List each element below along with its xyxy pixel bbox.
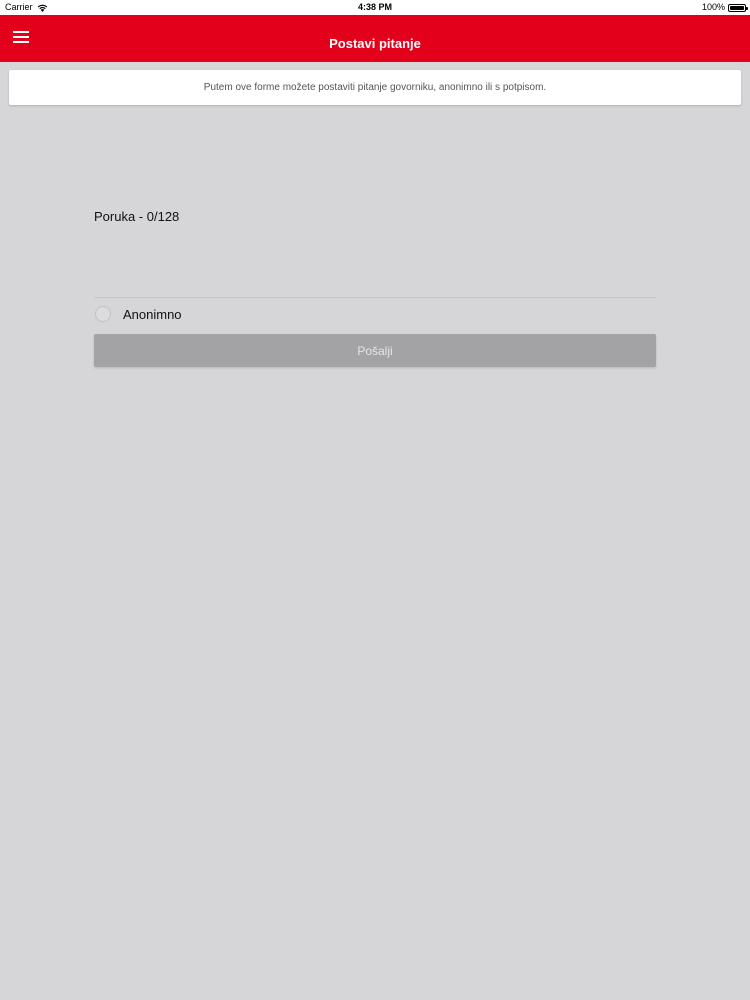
message-divider — [94, 297, 656, 298]
battery-percent: 100% — [701, 2, 725, 12]
message-input[interactable] — [94, 226, 656, 296]
battery-status: 100% — [701, 0, 748, 15]
page-title: Postavi pitanje — [329, 36, 421, 51]
message-label: Poruka - 0/128 — [94, 209, 180, 224]
battery-icon — [728, 3, 748, 12]
anonymous-toggle[interactable]: Anonimno — [94, 299, 656, 329]
send-button[interactable]: Pošalji — [94, 334, 656, 367]
anonymous-label: Anonimno — [123, 306, 182, 322]
nav-bar: Postavi pitanje — [0, 15, 750, 62]
anonymous-radio[interactable] — [95, 306, 111, 322]
status-bar: Carrier 4:38 PM 100% — [0, 0, 750, 15]
status-time: 4:38 PM — [357, 2, 392, 12]
info-text: Putem ove forme možete postaviti pitanje… — [203, 82, 547, 93]
info-card: Putem ove forme možete postaviti pitanje… — [9, 70, 741, 105]
question-form: Poruka - 0/128 Anonimno Pošalji — [94, 208, 656, 367]
